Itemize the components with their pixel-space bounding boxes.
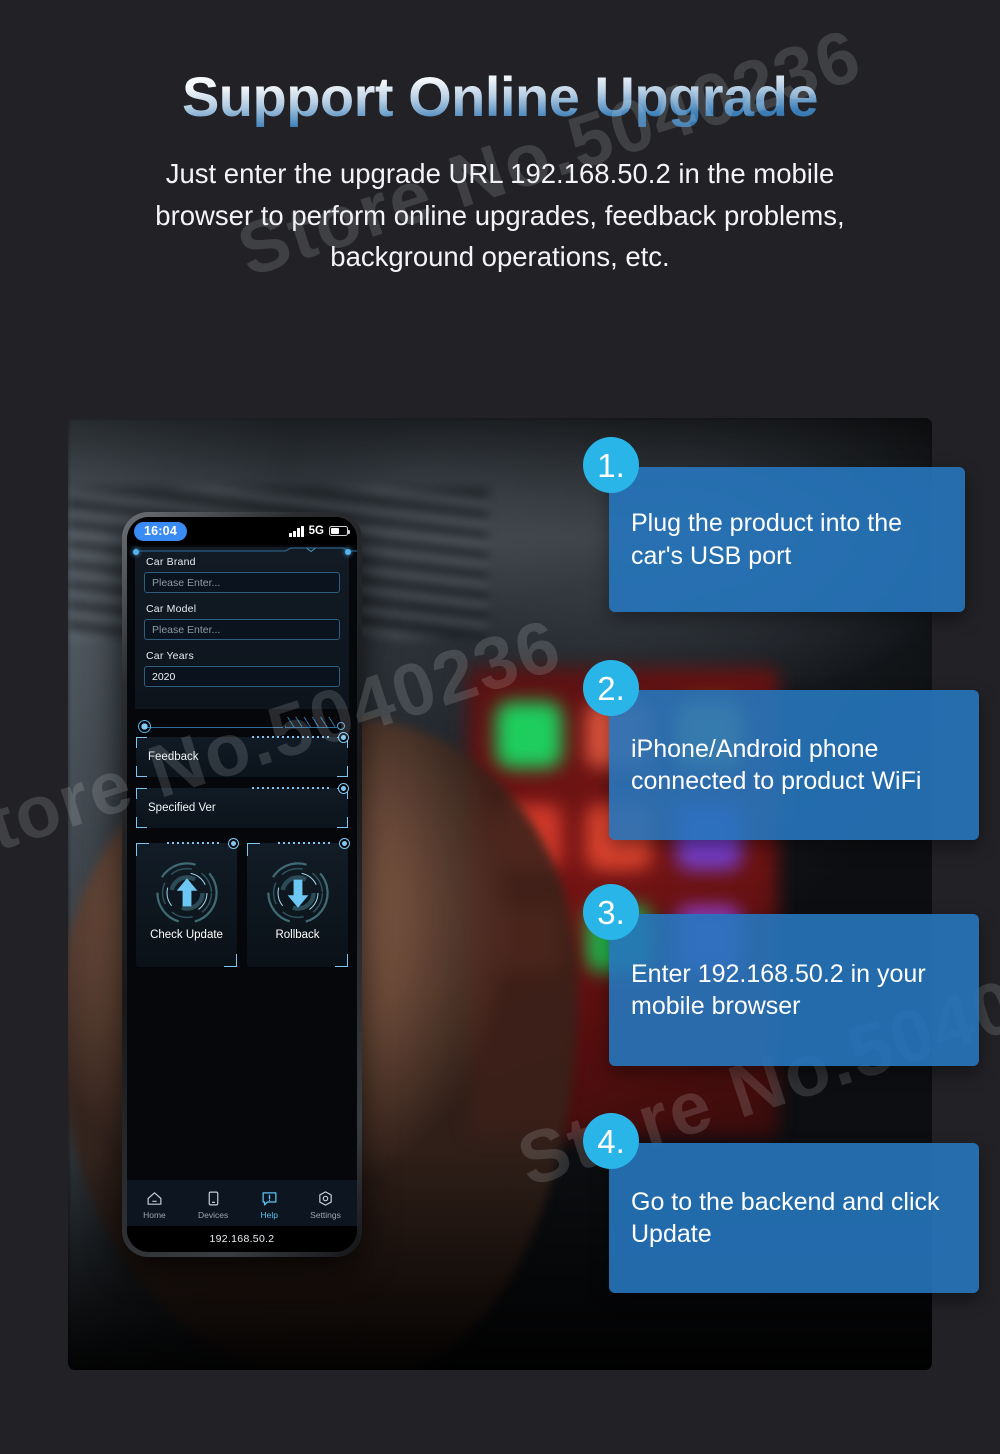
device-icon bbox=[208, 1191, 218, 1205]
gear-hex-icon bbox=[319, 1190, 332, 1206]
hud-decoration-frame bbox=[135, 709, 349, 737]
step-1-badge: 1. bbox=[583, 437, 639, 493]
step-4-badge: 4. bbox=[583, 1113, 639, 1169]
car-years-input[interactable]: 2020 bbox=[144, 666, 340, 687]
home-icon bbox=[147, 1191, 162, 1205]
arrow-down-icon bbox=[266, 862, 329, 924]
car-model-label: Car Model bbox=[146, 603, 197, 615]
status-bar: 16:04 5G bbox=[127, 517, 357, 545]
step-2-bubble: iPhone/Android phone connected to produc… bbox=[609, 690, 979, 840]
signal-bars-icon bbox=[289, 525, 304, 537]
nav-label-help: Help bbox=[260, 1209, 278, 1220]
car-years-label: Car Years bbox=[146, 650, 194, 662]
step-4-bubble: Go to the backend and click Update bbox=[609, 1143, 979, 1293]
check-update-tile[interactable]: Check Update bbox=[136, 838, 239, 967]
nav-label-devices: Devices bbox=[198, 1209, 229, 1220]
hud-node-right bbox=[345, 549, 351, 555]
car-model-input[interactable]: Please Enter... bbox=[144, 619, 340, 640]
rollback-label: Rollback bbox=[275, 929, 320, 941]
arrow-up-icon bbox=[155, 862, 218, 924]
hud-node-circle bbox=[138, 720, 151, 733]
nav-item-help[interactable]: Help bbox=[260, 1190, 278, 1220]
step-3-badge: 3. bbox=[583, 884, 639, 940]
page-header: Support Online Upgrade Just enter the up… bbox=[0, 0, 1000, 278]
step-3-bubble: Enter 192.168.50.2 in your mobile browse… bbox=[609, 914, 979, 1066]
hud-node-left bbox=[133, 549, 139, 555]
step-1-bubble: Plug the product into the car's USB port bbox=[609, 467, 965, 612]
network-label: 5G bbox=[308, 525, 324, 537]
hud-top-edge bbox=[139, 547, 357, 553]
nav-item-home[interactable]: Home bbox=[143, 1190, 166, 1220]
phone-mockup: 16:04 5G Car Brand Please Enter... Car M… bbox=[122, 512, 362, 1257]
step-2-badge: 2. bbox=[583, 660, 639, 716]
car-brand-input[interactable]: Please Enter... bbox=[144, 572, 340, 593]
battery-icon bbox=[329, 526, 351, 536]
phone-screen: 16:04 5G Car Brand Please Enter... Car M… bbox=[127, 517, 357, 1252]
help-chat-icon bbox=[262, 1191, 277, 1206]
check-update-label: Check Update bbox=[150, 929, 223, 941]
feedback-button[interactable]: Feedback bbox=[136, 732, 349, 777]
rollback-tile[interactable]: Rollback bbox=[247, 838, 350, 967]
action-tiles: Check Update Rollback bbox=[136, 838, 350, 967]
specified-ver-button-label: Specified Ver bbox=[148, 802, 216, 814]
page-subtitle: Just enter the upgrade URL 192.168.50.2 … bbox=[155, 157, 845, 273]
app-content: Car Brand Please Enter... Car Model Plea… bbox=[127, 545, 357, 1252]
bottom-nav: Home Devices Help Settings bbox=[127, 1180, 357, 1226]
phone-url-bar: 192.168.50.2 bbox=[127, 1226, 357, 1252]
page-title: Support Online Upgrade bbox=[181, 65, 819, 128]
car-brand-label: Car Brand bbox=[146, 556, 196, 568]
specified-ver-button[interactable]: Specified Ver bbox=[136, 783, 349, 828]
feedback-button-label: Feedback bbox=[148, 751, 199, 763]
nav-item-devices[interactable]: Devices bbox=[198, 1190, 228, 1220]
nav-label-settings: Settings bbox=[310, 1209, 341, 1220]
hud-node-circle-small bbox=[337, 722, 345, 730]
status-clock: 16:04 bbox=[134, 521, 187, 541]
nav-item-settings[interactable]: Settings bbox=[310, 1190, 341, 1220]
vehicle-info-panel: Car Brand Please Enter... Car Model Plea… bbox=[133, 547, 357, 709]
nav-label-home: Home bbox=[143, 1209, 166, 1220]
